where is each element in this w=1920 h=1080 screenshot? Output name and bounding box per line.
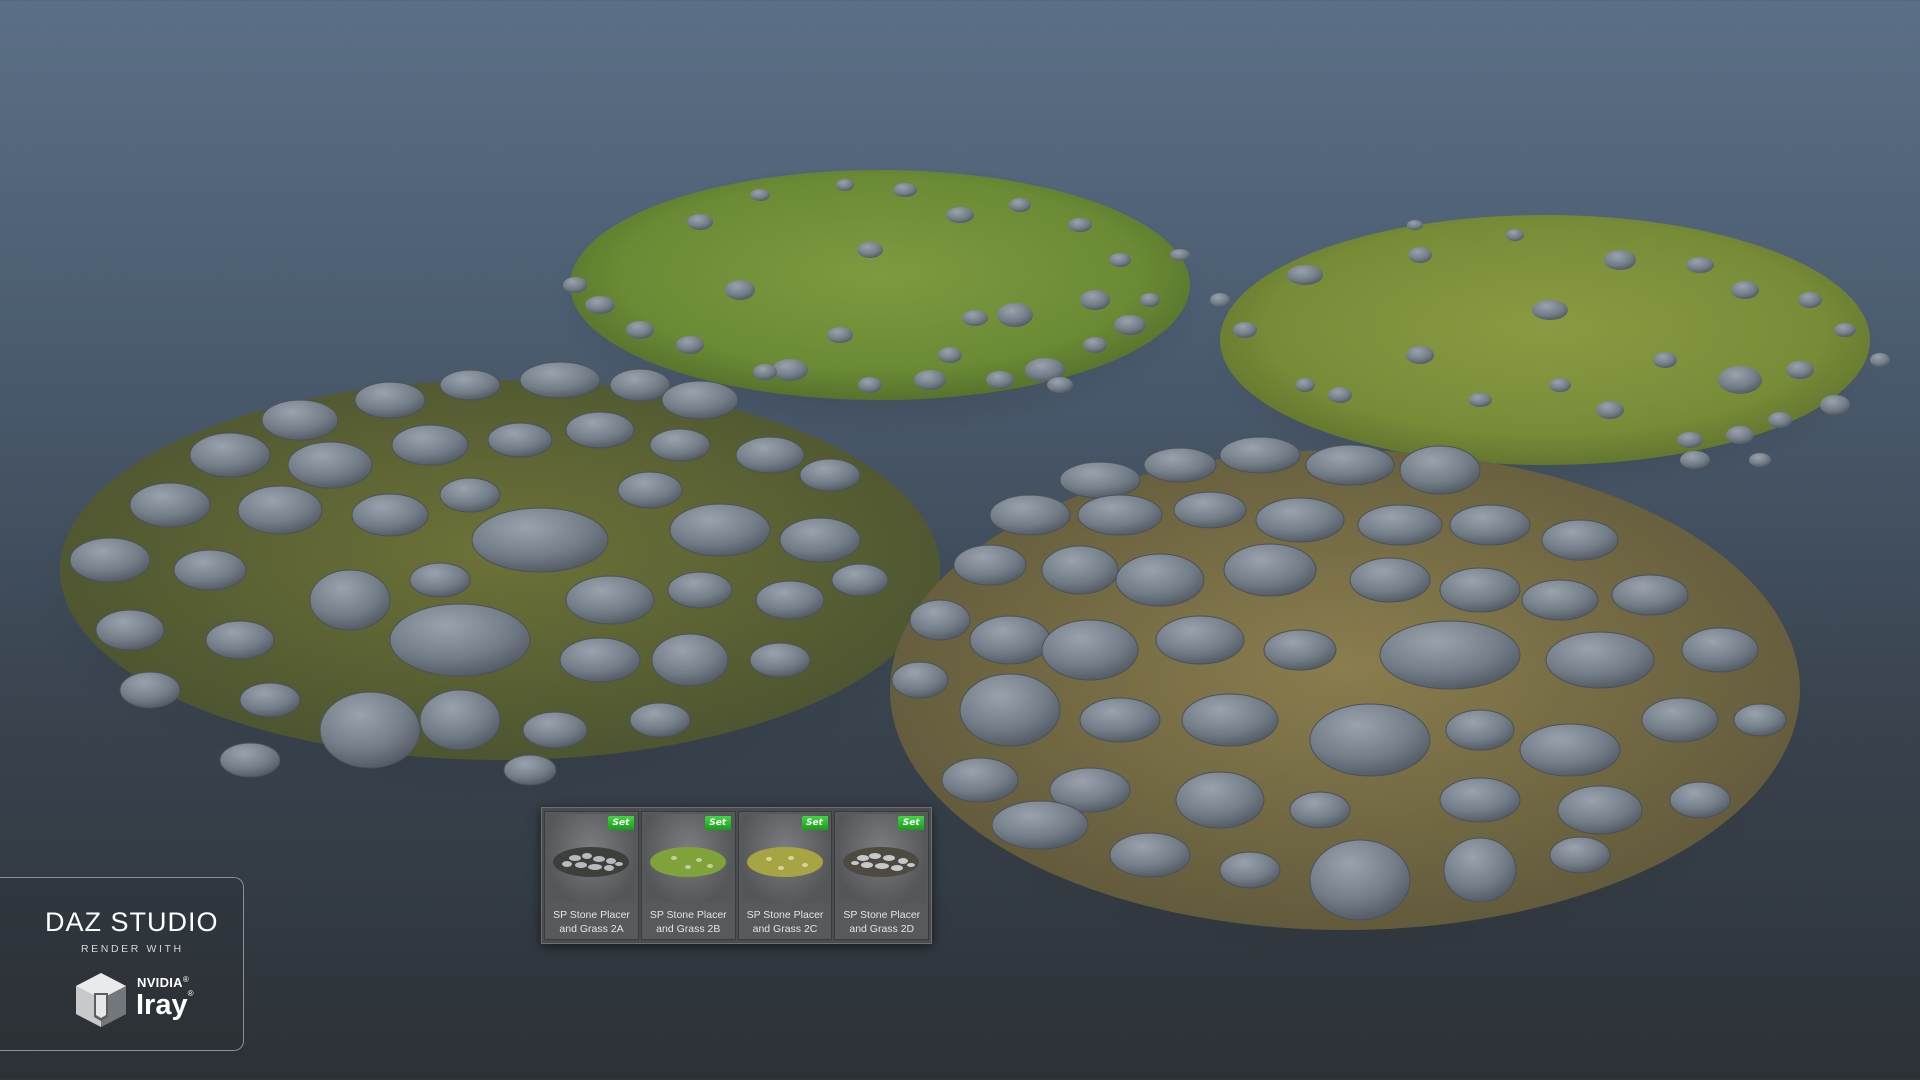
product-label: SP Stone Placer and Grass 2C (746, 909, 824, 935)
product-tile-2d[interactable]: Set SP Stone Placer and Grass 2D (834, 811, 929, 940)
set-badge: Set (801, 816, 828, 830)
set-badge: Set (608, 816, 634, 830)
dry-grass-thumbnail: Set (740, 814, 830, 903)
product-label: SP Stone Placer and Grass 2A (553, 909, 630, 935)
stone-patch-thumbnail: Set (547, 814, 636, 903)
stone-patch-dry (890, 436, 1800, 930)
nvidia-wordmark: NVIDIA® (137, 975, 190, 990)
iray-wordmark: Iray® (136, 989, 194, 1021)
set-badge: Set (898, 816, 925, 830)
daz-studio-title: DAZ STUDIO (45, 907, 219, 937)
product-label: SP Stone Placer and Grass 2B (649, 909, 727, 935)
render-scene: Set SP Stone Placer and Grass 2A Set SP … (0, 0, 1920, 1080)
product-label: SP Stone Placer and Grass 2D (843, 909, 921, 935)
set-badge: Set (704, 816, 731, 830)
grass-patch-thumbnail: Set (643, 814, 733, 903)
scene-illustration (30, 165, 1890, 960)
dry-stone-thumbnail: Set (837, 814, 927, 903)
content-thumbnail-strip: Set SP Stone Placer and Grass 2A Set SP … (541, 807, 932, 944)
daz-iray-logo: DAZ STUDIO RENDER WITH NVIDIA® Iray® (0, 877, 244, 1051)
iray-cube-icon (76, 973, 126, 1027)
product-tile-2a[interactable]: Set SP Stone Placer and Grass 2A (544, 811, 639, 940)
render-with-subtitle: RENDER WITH (81, 943, 184, 955)
product-tile-2c[interactable]: Set SP Stone Placer and Grass 2C (737, 811, 833, 940)
product-tile-2b[interactable]: Set SP Stone Placer and Grass 2B (640, 811, 736, 940)
